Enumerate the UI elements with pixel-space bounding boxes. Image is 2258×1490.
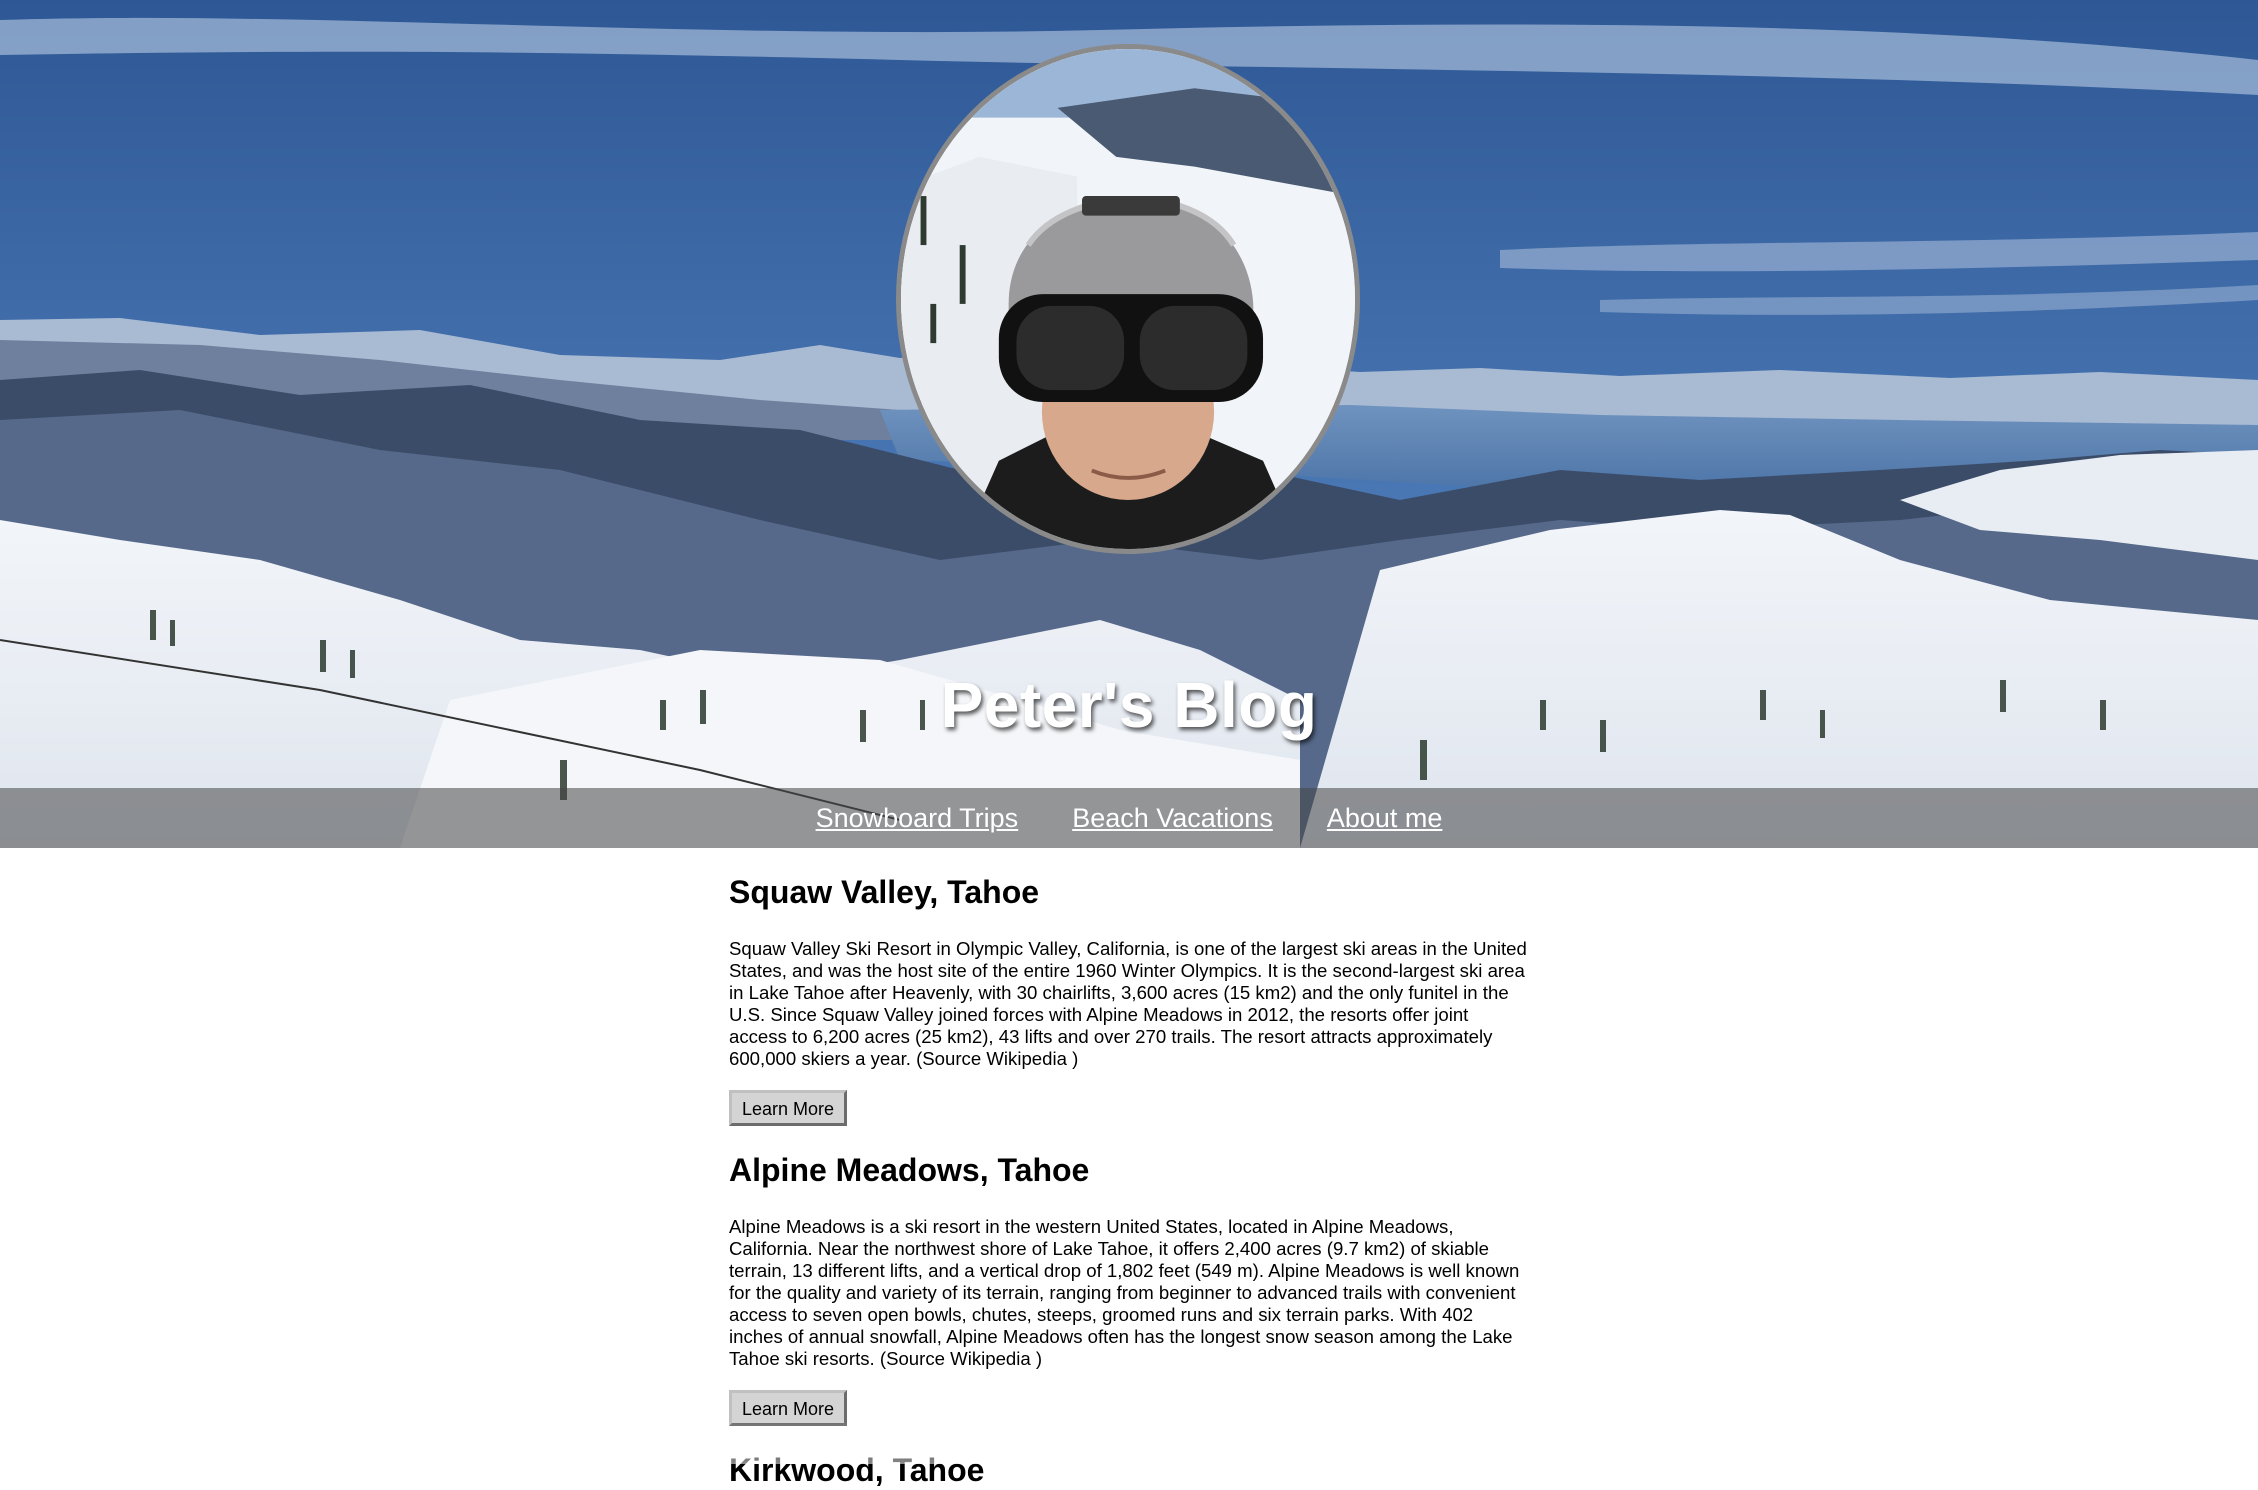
profile-avatar: [896, 44, 1360, 554]
nav-link-snowboard-trips[interactable]: Snowboard Trips: [816, 803, 1019, 834]
blog-posts: Squaw Valley, Tahoe Squaw Valley Ski Res…: [729, 848, 1529, 1490]
post-body: Alpine Meadows is a ski resort in the we…: [729, 1216, 1520, 1369]
nav-link-about-me[interactable]: About me: [1327, 803, 1443, 834]
post-kirkwood: Kirkwood, Tahoe: [729, 1450, 1529, 1490]
main-nav: Snowboard Trips Beach Vacations About me: [0, 788, 2258, 848]
post-title: Alpine Meadows, Tahoe: [729, 1152, 1090, 1188]
learn-more-button[interactable]: Learn More: [729, 1390, 848, 1426]
learn-more-button[interactable]: Learn More: [729, 1090, 848, 1126]
post-squaw-valley: Squaw Valley, Tahoe Squaw Valley Ski Res…: [729, 872, 1529, 1126]
hero-header: Peter's Blog Snowboard Trips Beach Vacat…: [0, 0, 2258, 848]
post-body: Squaw Valley Ski Resort in Olympic Valle…: [729, 938, 1527, 1069]
post-title: Squaw Valley, Tahoe: [729, 874, 1040, 910]
post-title: Kirkwood, Tahoe: [729, 1452, 985, 1488]
post-alpine-meadows: Alpine Meadows, Tahoe Alpine Meadows is …: [729, 1150, 1529, 1426]
site-title: Peter's Blog: [940, 669, 1318, 741]
nav-link-beach-vacations[interactable]: Beach Vacations: [1072, 803, 1273, 834]
